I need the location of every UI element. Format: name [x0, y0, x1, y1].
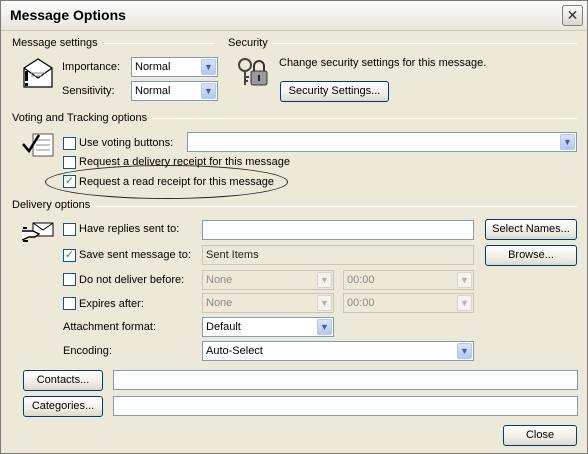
expires-label: Expires after: — [79, 298, 144, 310]
chevron-down-icon[interactable]: ▼ — [201, 83, 216, 99]
voting-buttons-select[interactable]: ▼ — [187, 132, 577, 152]
use-voting-checkbox[interactable] — [63, 137, 76, 150]
replies-input[interactable] — [202, 220, 474, 240]
envelope-importance-icon — [23, 58, 53, 88]
divider — [97, 43, 215, 44]
not-before-checkbox[interactable] — [63, 273, 76, 286]
replies-checkbox[interactable] — [63, 223, 76, 236]
checklist-icon — [22, 133, 54, 157]
message-options-dialog: Message Options ✕ Message settings Impor… — [0, 0, 588, 454]
not-before-time-value: 00:00 — [347, 274, 375, 286]
encoding-value: Auto-Select — [206, 345, 263, 357]
expires-time-select[interactable]: 00:00 ▼ — [343, 293, 474, 313]
use-voting-label: Use voting buttons: — [79, 137, 174, 149]
select-names-button[interactable]: Select Names... — [485, 219, 577, 240]
chevron-down-icon[interactable]: ▼ — [457, 343, 472, 359]
voting-tracking-heading: Voting and Tracking options — [12, 112, 152, 124]
sensitivity-select[interactable]: Normal ▼ — [131, 81, 218, 101]
not-before-date-value: None — [206, 274, 233, 286]
read-receipt-checkbox[interactable]: ✓ — [63, 175, 76, 188]
save-sent-checkbox[interactable]: ✓ — [63, 249, 76, 262]
categories-input[interactable] — [113, 396, 578, 416]
chevron-down-icon[interactable]: ▼ — [201, 59, 216, 75]
contacts-button[interactable]: Contacts... — [23, 370, 103, 391]
delivery-options-heading: Delivery options — [12, 199, 95, 211]
expires-checkbox[interactable] — [63, 297, 76, 310]
chevron-down-icon[interactable]: ▼ — [317, 295, 332, 311]
chevron-down-icon[interactable]: ▼ — [457, 272, 472, 288]
expires-date-value: None — [206, 297, 233, 309]
contacts-input[interactable] — [113, 370, 578, 390]
save-sent-label: Save sent message to: — [79, 249, 191, 261]
divider — [271, 43, 577, 44]
expires-date-select[interactable]: None ▼ — [202, 293, 334, 313]
attachment-format-label: Attachment format: — [63, 321, 156, 333]
message-settings-heading: Message settings — [12, 37, 102, 49]
chevron-down-icon[interactable]: ▼ — [317, 319, 332, 335]
importance-select[interactable]: Normal ▼ — [131, 57, 218, 77]
window-title: Message Options — [10, 7, 126, 23]
attachment-format-select[interactable]: Default ▼ — [202, 317, 334, 337]
chevron-down-icon[interactable]: ▼ — [560, 134, 575, 150]
categories-button[interactable]: Categories... — [23, 396, 103, 417]
encoding-select[interactable]: Auto-Select ▼ — [202, 341, 474, 361]
chevron-down-icon[interactable]: ▼ — [457, 295, 472, 311]
hand-envelope-icon — [21, 222, 54, 242]
attachment-format-value: Default — [206, 321, 241, 333]
keys-lock-icon — [238, 58, 268, 86]
expires-time-value: 00:00 — [347, 297, 375, 309]
not-before-date-select[interactable]: None ▼ — [202, 270, 334, 290]
title-bar[interactable]: Message Options ✕ — [1, 1, 587, 31]
sensitivity-value: Normal — [135, 85, 171, 97]
security-settings-button[interactable]: Security Settings... — [280, 81, 389, 102]
chevron-down-icon[interactable]: ▼ — [317, 272, 332, 288]
sensitivity-label: Sensitivity: — [62, 85, 115, 97]
security-description: Change security settings for this messag… — [279, 57, 487, 69]
browse-button[interactable]: Browse... — [485, 245, 577, 266]
save-sent-folder-field[interactable]: Sent Items — [202, 245, 474, 265]
divider — [95, 206, 577, 207]
close-icon[interactable]: ✕ — [562, 5, 583, 26]
read-receipt-label: Request a read receipt for this message — [79, 176, 275, 188]
encoding-label: Encoding: — [63, 345, 112, 357]
importance-value: Normal — [135, 61, 171, 73]
delivery-receipt-checkbox[interactable] — [63, 156, 76, 169]
divider — [149, 118, 577, 119]
security-heading: Security — [228, 37, 272, 49]
replies-label: Have replies sent to: — [79, 223, 180, 235]
close-button[interactable]: Close — [503, 425, 577, 446]
importance-label: Importance: — [62, 61, 121, 73]
not-before-label: Do not deliver before: — [79, 274, 185, 286]
not-before-time-select[interactable]: 00:00 ▼ — [343, 270, 474, 290]
